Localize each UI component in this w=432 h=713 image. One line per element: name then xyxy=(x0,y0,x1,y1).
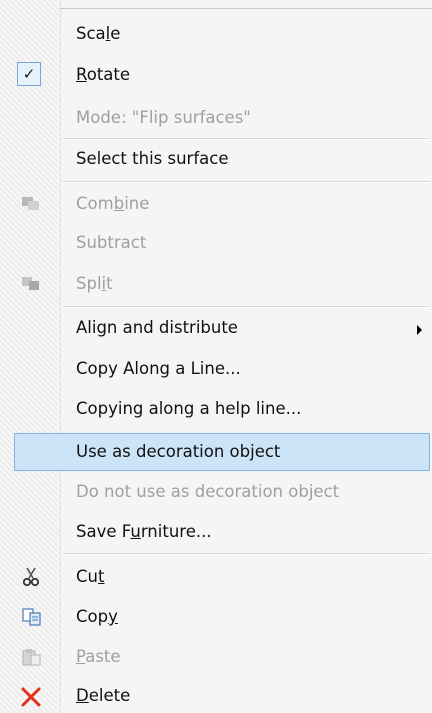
menu-item-copy-along-line[interactable]: Copy Along a Line... xyxy=(0,353,432,385)
menu-item-scale[interactable]: Scale xyxy=(0,18,432,50)
menu-item-label: Rotate xyxy=(76,65,131,84)
menu-item-label: Use as decoration object xyxy=(76,442,281,461)
menu-item-label: Save Furniture... xyxy=(76,522,212,541)
context-menu: Scale ✓ Rotate Mode: "Flip surfaces" Sel… xyxy=(0,0,432,713)
menu-item-label: Mode: "Flip surfaces" xyxy=(76,108,251,127)
menu-item-select-surface[interactable]: Select this surface xyxy=(0,143,432,175)
menu-item-align-distribute[interactable]: Align and distribute xyxy=(0,312,432,344)
menu-item-label: Align and distribute xyxy=(76,318,238,337)
menu-item-label: Copy xyxy=(76,607,118,626)
menu-separator xyxy=(63,181,430,183)
menu-separator xyxy=(63,306,430,308)
scissors-icon xyxy=(22,567,40,591)
menu-item-label: Do not use as decoration object xyxy=(76,482,340,501)
check-icon: ✓ xyxy=(17,62,41,86)
menu-top-border xyxy=(60,8,432,9)
menu-item-no-decoration[interactable]: Do not use as decoration object xyxy=(0,476,432,508)
menu-item-split[interactable]: Split xyxy=(0,267,432,301)
combine-icon xyxy=(22,196,40,216)
menu-item-use-decoration[interactable]: Use as decoration object xyxy=(0,433,432,471)
menu-item-label: Paste xyxy=(76,647,121,666)
menu-item-cut[interactable]: Cut xyxy=(0,560,432,594)
menu-item-label: Select this surface xyxy=(76,149,229,168)
menu-item-paste[interactable]: Paste xyxy=(0,640,432,674)
copy-icon xyxy=(22,608,42,630)
menu-item-label: Scale xyxy=(76,24,121,43)
menu-item-label: Delete xyxy=(76,686,131,705)
menu-item-rotate[interactable]: ✓ Rotate xyxy=(0,57,432,91)
menu-item-label: Copy Along a Line... xyxy=(76,359,241,378)
menu-item-save-furniture[interactable]: Save Furniture... xyxy=(0,516,432,548)
menu-item-delete[interactable]: Delete xyxy=(0,680,432,713)
menu-item-combine[interactable]: Combine xyxy=(0,187,432,221)
menu-item-mode[interactable]: Mode: "Flip surfaces" xyxy=(0,102,432,134)
menu-separator xyxy=(63,138,430,140)
split-icon xyxy=(22,276,40,296)
menu-item-subtract[interactable]: Subtract xyxy=(0,227,432,259)
paste-icon xyxy=(22,648,42,670)
submenu-arrow-icon xyxy=(417,325,422,335)
delete-x-icon xyxy=(20,686,42,712)
menu-item-copy-help-line[interactable]: Copying along a help line... xyxy=(0,393,432,425)
menu-item-label: Subtract xyxy=(76,233,147,252)
menu-item-copy[interactable]: Copy xyxy=(0,600,432,634)
menu-item-label: Combine xyxy=(76,194,150,213)
menu-item-label: Copying along a help line... xyxy=(76,399,302,418)
menu-item-label: Cut xyxy=(76,567,105,586)
menu-item-label: Split xyxy=(76,274,113,293)
menu-separator xyxy=(63,553,430,555)
